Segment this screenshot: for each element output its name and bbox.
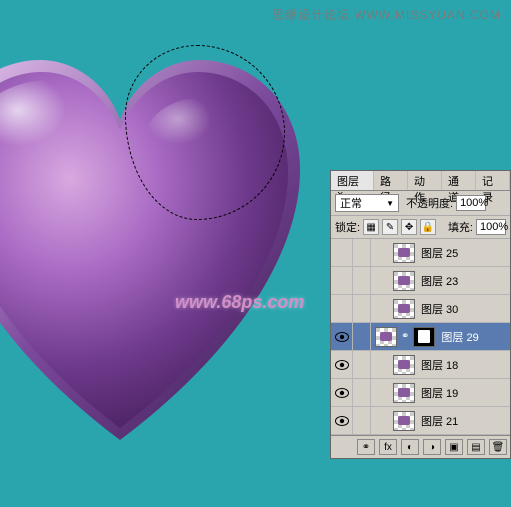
layers-panel: 图层 × 路径 动作 通道 记录 正常 ▼ 不透明度: 100% 锁定: ▦ ✎… (330, 170, 511, 459)
delete-layer-button[interactable]: 🗑 (489, 439, 507, 455)
layer-name-label[interactable]: 图层 25 (419, 245, 510, 261)
blend-opacity-row: 正常 ▼ 不透明度: 100% (331, 191, 510, 216)
group-button[interactable]: ▣ (445, 439, 463, 455)
tab-history[interactable]: 记录 (476, 171, 510, 190)
link-cell[interactable] (353, 351, 371, 378)
visibility-toggle[interactable] (331, 407, 353, 434)
eye-icon (335, 388, 349, 398)
layer-row[interactable]: 图层 30 (331, 295, 510, 323)
layer-thumbnail[interactable] (393, 383, 415, 403)
layer-name-label[interactable]: 图层 30 (419, 301, 510, 317)
tab-layers-label: 图层 (337, 176, 359, 188)
lock-icons: ▦ ✎ ✥ 🔒 (363, 219, 436, 235)
layer-thumbnail[interactable] (393, 299, 415, 319)
mask-button[interactable]: ◐ (401, 439, 419, 455)
mask-thumbnail[interactable] (413, 327, 435, 347)
link-cell[interactable] (353, 295, 371, 322)
layer-name-label[interactable]: 图层 29 (439, 329, 510, 345)
lock-all-icon[interactable]: 🔒 (420, 219, 436, 235)
center-watermark: www.68ps.com (175, 292, 304, 313)
adjustment-button[interactable]: ◑ (423, 439, 441, 455)
tab-paths[interactable]: 路径 (374, 171, 408, 190)
tab-channels[interactable]: 通道 (442, 171, 476, 190)
eye-icon (335, 332, 349, 342)
layer-thumbnail[interactable] (393, 411, 415, 431)
panel-footer: ⚭ fx ◐ ◑ ▣ ▤ 🗑 (331, 435, 510, 458)
layer-row[interactable]: 图层 18 (331, 351, 510, 379)
opacity-label: 不透明度: (406, 195, 453, 211)
layer-row[interactable]: ⚭ 图层 29 (331, 323, 510, 351)
layer-row[interactable]: 图层 19 (331, 379, 510, 407)
opacity-field[interactable]: 100% (456, 195, 486, 211)
panel-tabs: 图层 × 路径 动作 通道 记录 (331, 171, 510, 191)
blend-mode-select[interactable]: 正常 ▼ (335, 194, 399, 212)
visibility-toggle[interactable] (331, 351, 353, 378)
layer-name-label[interactable]: 图层 21 (419, 413, 510, 429)
visibility-toggle[interactable] (331, 379, 353, 406)
link-cell[interactable] (353, 267, 371, 294)
fill-label: 填充: (448, 219, 473, 235)
link-cell[interactable] (353, 379, 371, 406)
fx-button[interactable]: fx (379, 439, 397, 455)
link-layers-button[interactable]: ⚭ (357, 439, 375, 455)
link-cell[interactable] (353, 323, 371, 350)
lock-label: 锁定: (335, 219, 360, 235)
tab-layers[interactable]: 图层 × (331, 171, 374, 190)
layer-thumbnail[interactable] (393, 355, 415, 375)
lock-fill-row: 锁定: ▦ ✎ ✥ 🔒 填充: 100% (331, 216, 510, 239)
eye-icon (335, 416, 349, 426)
blend-mode-value: 正常 (340, 195, 362, 211)
tab-actions[interactable]: 动作 (408, 171, 442, 190)
layer-thumbnail[interactable] (393, 271, 415, 291)
layers-list: 图层 25 图层 23 图层 30 ⚭ 图层 29 图层 18 图层 19 图层 21 (331, 239, 510, 435)
layer-row[interactable]: 图层 21 (331, 407, 510, 435)
link-cell[interactable] (353, 407, 371, 434)
layer-name-label[interactable]: 图层 19 (419, 385, 510, 401)
visibility-toggle[interactable] (331, 239, 353, 266)
visibility-toggle[interactable] (331, 323, 353, 350)
mask-link-icon: ⚭ (401, 331, 409, 342)
lock-transparency-icon[interactable]: ▦ (363, 219, 379, 235)
layer-row[interactable]: 图层 25 (331, 239, 510, 267)
visibility-toggle[interactable] (331, 267, 353, 294)
new-layer-button[interactable]: ▤ (467, 439, 485, 455)
visibility-toggle[interactable] (331, 295, 353, 322)
fill-field[interactable]: 100% (476, 219, 506, 235)
layer-thumbnail[interactable] (375, 327, 397, 347)
link-cell[interactable] (353, 239, 371, 266)
chevron-down-icon: ▼ (386, 199, 394, 208)
eye-icon (335, 360, 349, 370)
lock-pixels-icon[interactable]: ✎ (382, 219, 398, 235)
lock-position-icon[interactable]: ✥ (401, 219, 417, 235)
layer-name-label[interactable]: 图层 18 (419, 357, 510, 373)
layer-name-label[interactable]: 图层 23 (419, 273, 510, 289)
layer-row[interactable]: 图层 23 (331, 267, 510, 295)
layer-thumbnail[interactable] (393, 243, 415, 263)
top-watermark: 思缘设计论坛 WWW.MISSYUAN.COM (272, 6, 501, 23)
